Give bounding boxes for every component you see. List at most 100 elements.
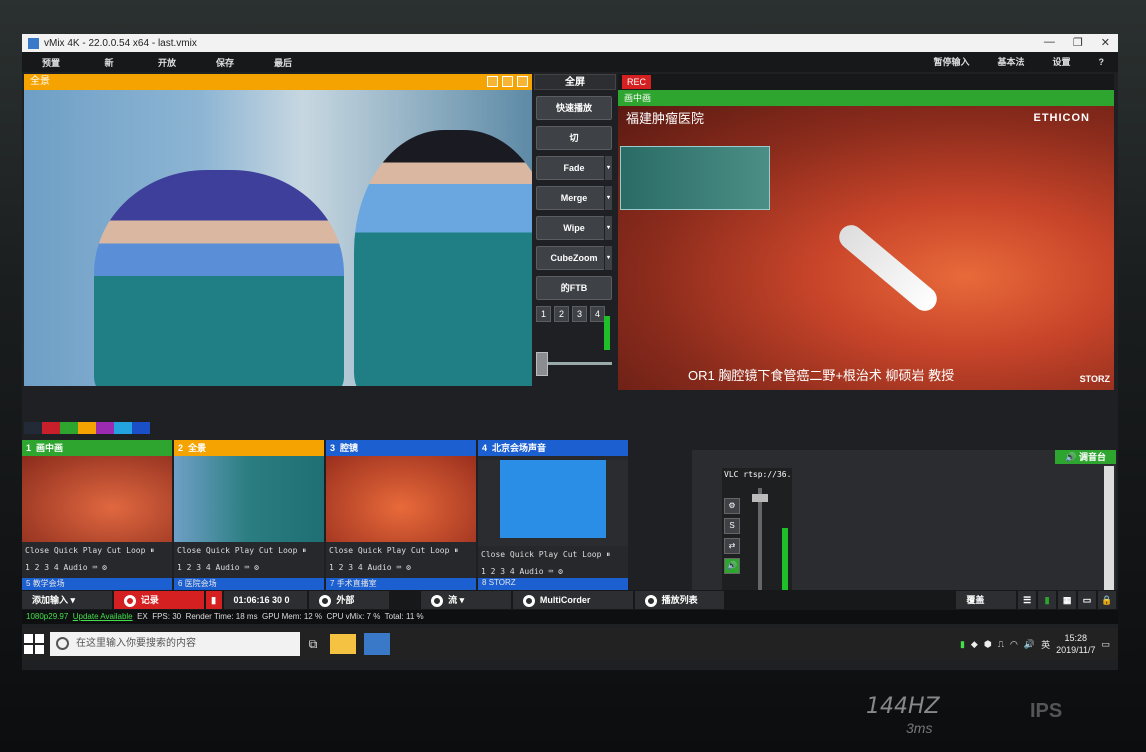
chevron-down-icon[interactable]: ▾ <box>604 186 612 210</box>
input-7-header[interactable]: 7 手术直播室 <box>326 578 476 590</box>
preview-video[interactable] <box>24 90 532 386</box>
multicorder-button[interactable]: MultiCorder <box>512 591 633 609</box>
color-tag-cyan[interactable] <box>114 422 132 434</box>
input-thumbnail[interactable] <box>478 460 628 546</box>
record-button[interactable]: 记录 <box>113 591 204 609</box>
input-controls[interactable]: Close Quick Play Cut Loop ⏸ <box>478 546 628 563</box>
ime-indicator[interactable]: 英 <box>1041 638 1050 651</box>
input-card[interactable]: 3 腔镜 Close Quick Play Cut Loop ⏸ 1 2 3 4… <box>326 440 476 580</box>
add-input-button[interactable]: 添加输入 ▾ <box>22 591 112 609</box>
input-8-header[interactable]: 8 STORZ <box>478 578 628 590</box>
volume-slider-handle[interactable] <box>752 494 768 502</box>
audio-mixer-button[interactable]: 🔊 调音台 <box>1055 450 1116 464</box>
color-bars-icon[interactable] <box>487 76 498 87</box>
menu-save[interactable]: 保存 <box>196 56 254 69</box>
volume-icon[interactable]: 🔊 <box>1024 639 1035 650</box>
input-thumbnail[interactable] <box>174 456 324 542</box>
overlay-button[interactable]: 覆盖 <box>956 591 1017 609</box>
update-link[interactable]: Update Available <box>73 612 133 621</box>
volume-slider-track[interactable] <box>758 488 762 598</box>
external-button[interactable]: 外部 <box>309 591 390 609</box>
usb-icon[interactable]: ⎍ <box>998 639 1004 650</box>
chevron-down-icon[interactable]: ▾ <box>604 216 612 240</box>
solo-button[interactable]: S <box>724 518 740 534</box>
menu-open[interactable]: 开放 <box>138 56 196 69</box>
merge-button[interactable]: Merge ▾ <box>536 186 612 210</box>
t-bar-handle[interactable] <box>536 352 548 376</box>
windows-start-icon[interactable] <box>24 634 44 654</box>
gear-icon[interactable] <box>517 76 528 87</box>
basic-button[interactable]: 基本法 <box>983 52 1038 72</box>
taskbar-search-input[interactable]: 在这里输入你要搜索的内容 <box>50 632 300 656</box>
transition-2-button[interactable]: 2 <box>554 306 569 322</box>
input-controls[interactable]: Close Quick Play Cut Loop ⏸ <box>326 542 476 559</box>
cut-button[interactable]: 切 <box>536 126 612 150</box>
transition-1-button[interactable]: 1 <box>536 306 551 322</box>
pause-inputs-button[interactable]: 暂停输入 <box>919 52 983 72</box>
input-controls[interactable]: Close Quick Play Cut Loop ⏸ <box>174 542 324 559</box>
list-view-icon[interactable]: ☰ <box>1018 591 1037 609</box>
color-tag-purple[interactable] <box>96 422 114 434</box>
monitor-icon[interactable]: ▭ <box>1078 591 1096 609</box>
settings-button[interactable]: 设置 <box>1038 52 1084 72</box>
menu-presets[interactable]: 预置 <box>22 56 80 69</box>
audio-scrollbar[interactable] <box>1104 466 1114 606</box>
input-controls-row2[interactable]: 1 2 3 4 Audio ⌨ ⚙ <box>22 559 172 576</box>
swap-icon[interactable]: ⇄ <box>724 538 740 554</box>
color-tag-blue[interactable] <box>132 422 150 434</box>
minimize-button[interactable]: — <box>1044 36 1055 49</box>
notification-icon[interactable]: ▭ <box>1101 639 1110 650</box>
input-thumbnail[interactable] <box>22 456 172 542</box>
input-6-header[interactable]: 6 医院会场 <box>174 578 324 590</box>
app-tray-icon[interactable]: ◆ <box>971 639 978 650</box>
window-icon[interactable] <box>502 76 513 87</box>
fullscreen-button[interactable]: 全屏 <box>534 74 616 90</box>
input-card[interactable]: 2 全景 Close Quick Play Cut Loop ⏸ 1 2 3 4… <box>174 440 324 580</box>
chevron-down-icon[interactable]: ▾ <box>604 246 612 270</box>
help-button[interactable]: ? <box>1085 52 1119 72</box>
speaker-icon[interactable]: 🔊 <box>724 558 740 574</box>
cubezoom-button[interactable]: CubeZoom ▾ <box>536 246 612 270</box>
gear-icon[interactable]: ⚙ <box>724 498 740 514</box>
color-tag-green[interactable] <box>60 422 78 434</box>
task-view-icon[interactable]: ⧉ <box>300 637 326 652</box>
menu-new[interactable]: 新 <box>80 56 138 69</box>
transition-4-button[interactable]: 4 <box>590 306 605 322</box>
fade-label: Fade <box>563 163 585 173</box>
window-title: vMix 4K - 22.0.0.54 x64 - last.vmix <box>44 37 197 49</box>
maximize-button[interactable]: ❐ <box>1073 36 1083 49</box>
chevron-down-icon[interactable]: ▾ <box>604 156 612 180</box>
color-tag-red[interactable] <box>42 422 60 434</box>
menu-last[interactable]: 最后 <box>254 56 312 69</box>
grid-view-icon[interactable]: ▦ <box>1058 591 1077 609</box>
input-controls[interactable]: Close Quick Play Cut Loop ⏸ <box>22 542 172 559</box>
input-5-header[interactable]: 5 教学会场 <box>22 578 172 590</box>
color-tag-0[interactable] <box>24 422 42 434</box>
fade-button[interactable]: Fade ▾ <box>536 156 612 180</box>
network-icon[interactable]: ▮ <box>960 639 965 650</box>
transition-3-button[interactable]: 3 <box>572 306 587 322</box>
output-video[interactable]: 福建肿瘤医院 ETHICON OR1 胸腔镜下食管癌二野+根治术 柳硕岩 教授 … <box>618 106 1114 390</box>
input-card[interactable]: 1 画中画 Close Quick Play Cut Loop ⏸ 1 2 3 … <box>22 440 172 580</box>
color-tag-orange[interactable] <box>78 422 96 434</box>
input-controls-row2[interactable]: 1 2 3 4 Audio ⌨ ⚙ <box>326 559 476 576</box>
playlist-button[interactable]: 播放列表 <box>634 591 725 609</box>
vmix-taskbar-icon[interactable] <box>364 633 390 655</box>
bezel-panel-label: IPS <box>1030 700 1063 722</box>
lock-icon[interactable]: 🔒 <box>1098 591 1116 609</box>
bottom-toolbar: 添加输入 ▾ 记录 ▮ 01:06:16 30 0 外部 流 ▾ MultiCo… <box>22 590 1118 610</box>
quickplay-button[interactable]: 快速播放 <box>536 96 612 120</box>
level-bars-icon[interactable]: ▮ <box>1038 591 1057 609</box>
t-bar[interactable] <box>536 352 612 376</box>
close-button[interactable]: ✕ <box>1101 36 1110 49</box>
ftb-button[interactable]: 的FTB <box>536 276 612 300</box>
wipe-button[interactable]: Wipe ▾ <box>536 216 612 240</box>
file-explorer-icon[interactable] <box>330 634 356 654</box>
stream-button[interactable]: 流 ▾ <box>421 591 511 609</box>
input-thumbnail[interactable] <box>326 456 476 542</box>
input-controls-row2[interactable]: 1 2 3 4 Audio ⌨ ⚙ <box>174 559 324 576</box>
wifi-icon[interactable]: ◠ <box>1010 639 1018 650</box>
clock[interactable]: 15:28 2019/11/7 <box>1056 632 1095 656</box>
shield-icon[interactable]: ⬢ <box>984 639 992 650</box>
input-card[interactable]: 4 北京会场声音 Close Quick Play Cut Loop ⏸ 1 2… <box>478 440 628 580</box>
